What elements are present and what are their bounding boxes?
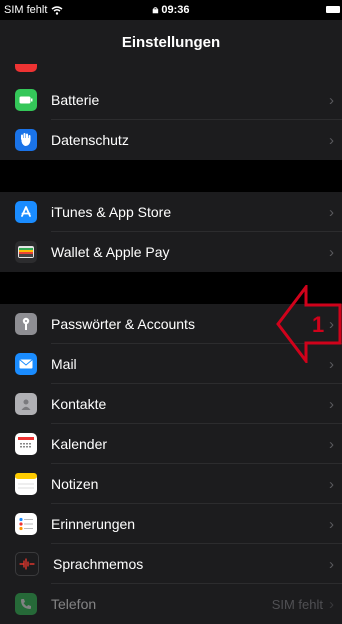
settings-item-label: Kontakte <box>51 396 107 412</box>
app-store-icon <box>15 201 37 223</box>
battery-icon <box>15 89 37 111</box>
reminders-icon <box>15 513 37 535</box>
annotation-arrow-icon: 1 <box>276 285 342 363</box>
page-title: Einstellungen <box>121 33 221 51</box>
time-label: 09:36 <box>161 4 190 16</box>
voice-memos-icon <box>15 552 39 576</box>
chevron-right-icon: › <box>329 515 334 533</box>
settings-item-label: Sprachmemos <box>53 556 144 572</box>
settings-group-2: iTunes & App Store › Wallet & Apple Pay … <box>0 192 342 272</box>
partial-list-item[interactable] <box>0 64 342 80</box>
chevron-right-icon: › <box>329 435 334 453</box>
settings-item-sprachmemos[interactable]: Sprachmemos › <box>0 544 342 584</box>
contacts-icon <box>15 393 37 415</box>
wallet-icon <box>15 241 37 263</box>
settings-item-label: Telefon <box>51 596 97 612</box>
battery-indicator-icon <box>326 6 340 13</box>
settings-item-label: Batterie <box>51 92 100 108</box>
settings-item-telefon[interactable]: Telefon SIM fehlt › <box>0 584 342 624</box>
lock-icon: 🔒︎ <box>152 4 159 16</box>
chevron-right-icon: › <box>329 203 334 221</box>
chevron-right-icon: › <box>329 555 334 573</box>
navigation-bar: Einstellungen <box>0 20 342 64</box>
settings-item-label: Erinnerungen <box>51 516 136 532</box>
settings-item-label: Datenschutz <box>51 132 129 148</box>
chevron-right-icon: › <box>329 131 334 149</box>
settings-item-kontakte[interactable]: Kontakte › <box>0 384 342 424</box>
settings-item-label: iTunes & App Store <box>51 204 172 220</box>
phone-icon <box>15 593 37 615</box>
calendar-icon <box>15 433 37 455</box>
chevron-right-icon: › <box>329 395 334 413</box>
chevron-right-icon: › <box>329 595 334 613</box>
settings-item-icon <box>15 64 37 72</box>
settings-item-erinnerungen[interactable]: Erinnerungen › <box>0 504 342 544</box>
mail-icon <box>15 353 37 375</box>
status-bar: SIM fehlt 🔒︎ 09:36 <box>0 0 342 20</box>
notes-icon <box>15 473 37 495</box>
hand-icon <box>15 129 37 151</box>
section-gap <box>0 160 342 192</box>
settings-group-1: Batterie › Datenschutz › <box>0 80 342 160</box>
settings-item-notizen[interactable]: Notizen › <box>0 464 342 504</box>
chevron-right-icon: › <box>329 91 334 109</box>
chevron-right-icon: › <box>329 243 334 261</box>
settings-item-wallet-apple-pay[interactable]: Wallet & Apple Pay › <box>0 232 342 272</box>
settings-item-label: Notizen <box>51 476 99 492</box>
settings-item-datenschutz[interactable]: Datenschutz › <box>0 120 342 160</box>
settings-item-label: Kalender <box>51 436 108 452</box>
key-icon <box>15 313 37 335</box>
clock: 🔒︎ 09:36 <box>0 4 342 17</box>
settings-item-label: Wallet & Apple Pay <box>51 244 170 260</box>
settings-item-itunes-app-store[interactable]: iTunes & App Store › <box>0 192 342 232</box>
settings-item-value: SIM fehlt <box>271 596 323 612</box>
annotation-number: 1 <box>312 312 324 337</box>
settings-item-kalender[interactable]: Kalender › <box>0 424 342 464</box>
settings-item-batterie[interactable]: Batterie › <box>0 80 342 120</box>
chevron-right-icon: › <box>329 475 334 493</box>
